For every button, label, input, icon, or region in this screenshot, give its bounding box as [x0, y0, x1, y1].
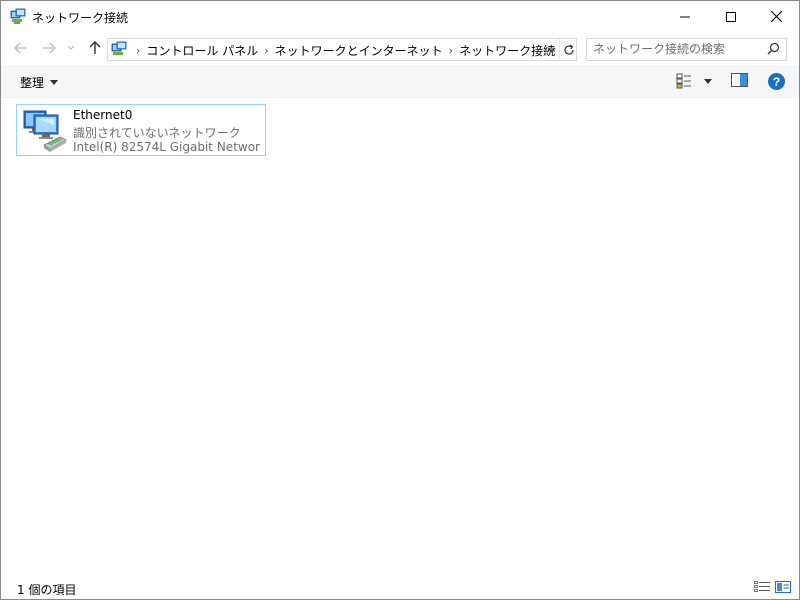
item-count: 1 個の項目 [17, 583, 77, 597]
command-bar: 整理 ? [1, 65, 799, 98]
breadcrumb-network-internet[interactable]: ネットワークとインターネット [275, 42, 443, 59]
breadcrumb-separator-icon[interactable]: › [264, 44, 268, 57]
preview-pane-icon [731, 73, 748, 87]
organize-label: 整理 [20, 76, 45, 90]
up-button[interactable] [85, 38, 105, 58]
close-button[interactable] [753, 1, 799, 32]
item-device-name: Intel(R) 82574L Gigabit Network C... [73, 140, 261, 154]
minimize-button[interactable] [662, 1, 708, 32]
preview-pane-button[interactable] [731, 73, 748, 90]
navigation-bar: › コントロール パネル › ネットワークとインターネット › ネットワーク接続 [1, 33, 799, 63]
item-network-status: 識別されていないネットワーク [73, 126, 241, 140]
control-panel-icon [111, 41, 127, 55]
search-icon[interactable] [767, 42, 780, 55]
title-bar: ネットワーク接続 [1, 1, 799, 32]
details-view-icon[interactable] [754, 581, 770, 593]
organize-menu-button[interactable]: 整理 [20, 74, 59, 91]
forward-button[interactable] [39, 38, 59, 58]
chevron-down-icon [67, 45, 75, 50]
help-icon: ? [772, 74, 781, 89]
back-button[interactable] [11, 38, 31, 58]
search-box[interactable] [586, 38, 787, 61]
item-name: Ethernet0 [73, 108, 133, 122]
status-bar: 1 個の項目 [1, 575, 799, 599]
breadcrumb-control-panel[interactable]: コントロール パネル [146, 42, 258, 59]
breadcrumb-separator-icon[interactable]: › [449, 44, 453, 57]
address-dropdown-button[interactable] [542, 39, 560, 60]
search-input[interactable] [593, 41, 763, 57]
large-icons-view-icon[interactable] [775, 581, 791, 593]
breadcrumb-network-connections[interactable]: ネットワーク接続 [459, 42, 555, 59]
help-button[interactable]: ? [768, 73, 785, 90]
breadcrumb: › コントロール パネル › ネットワークとインターネット › ネットワーク接続 [130, 42, 555, 59]
window-title: ネットワーク接続 [32, 11, 129, 25]
file-list[interactable]: Ethernet0 識別されていないネットワーク Intel(R) 82574L… [1, 98, 799, 573]
maximize-icon [726, 11, 736, 22]
refresh-button[interactable] [559, 39, 577, 60]
address-bar[interactable]: › コントロール パネル › ネットワークとインターネット › ネットワーク接続 [107, 38, 577, 61]
minimize-icon [680, 16, 690, 17]
caret-down-icon [50, 80, 59, 85]
breadcrumb-separator-icon[interactable]: › [136, 44, 140, 57]
window: ネットワーク接続 › コントロール パネル › ネットワークとインターネット ›… [0, 0, 800, 600]
list-item-ethernet0[interactable]: Ethernet0 識別されていないネットワーク Intel(R) 82574L… [16, 104, 266, 156]
refresh-icon [563, 44, 574, 55]
chevron-down-icon [547, 47, 555, 52]
recent-locations-button[interactable] [64, 38, 78, 58]
back-arrow-icon [14, 42, 27, 54]
up-arrow-icon [89, 41, 101, 54]
ethernet-adapter-icon [23, 110, 67, 152]
maximize-button[interactable] [708, 1, 754, 32]
close-icon [770, 11, 782, 22]
view-options-icon [676, 73, 691, 89]
forward-arrow-icon [43, 42, 56, 54]
caret-down-icon [704, 78, 712, 84]
network-connections-icon [10, 8, 26, 24]
change-view-button[interactable] [676, 73, 712, 89]
